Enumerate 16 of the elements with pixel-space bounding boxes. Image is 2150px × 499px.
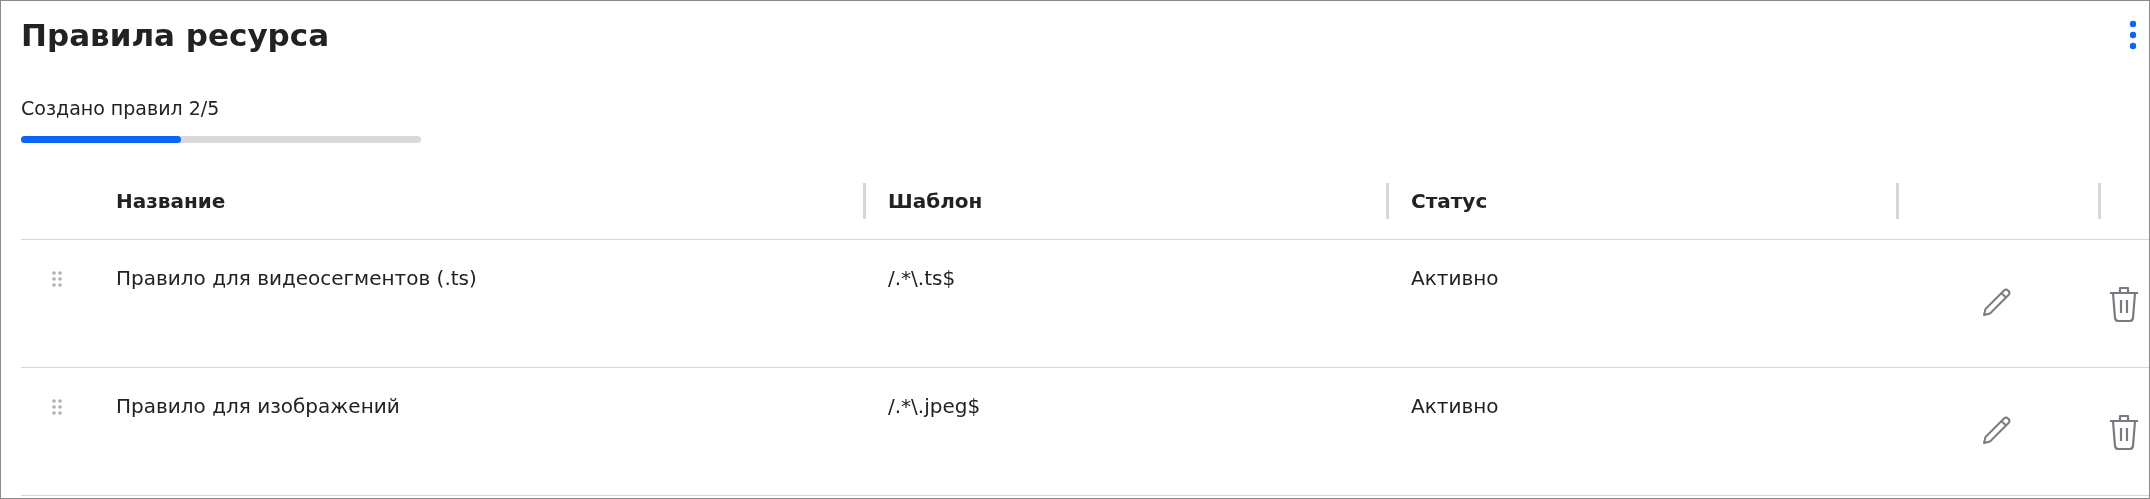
column-header: Шаблон xyxy=(888,189,983,213)
panel-title: Правила ресурса xyxy=(21,17,330,53)
table-cell: Правило для видеосегментов (.ts) xyxy=(116,266,477,290)
more-menu-icon[interactable] xyxy=(2129,20,2137,50)
column-header: Название xyxy=(116,189,226,213)
table-cell: /.*\.ts$ xyxy=(888,266,956,290)
table-cell: Активно xyxy=(1411,394,1499,418)
column-header: Статус xyxy=(1411,189,1488,213)
delete-icon[interactable] xyxy=(2107,285,2140,323)
table-cell: Правило для изображений xyxy=(116,394,400,418)
progress-label: Создано правил 2/5 xyxy=(21,97,221,119)
delete-icon[interactable] xyxy=(2107,413,2140,451)
drag-handle-icon[interactable] xyxy=(51,270,63,288)
drag-handle-icon[interactable] xyxy=(51,398,63,416)
table-cell: Активно xyxy=(1411,266,1499,290)
table-cell: /.*\.jpeg$ xyxy=(888,394,981,418)
